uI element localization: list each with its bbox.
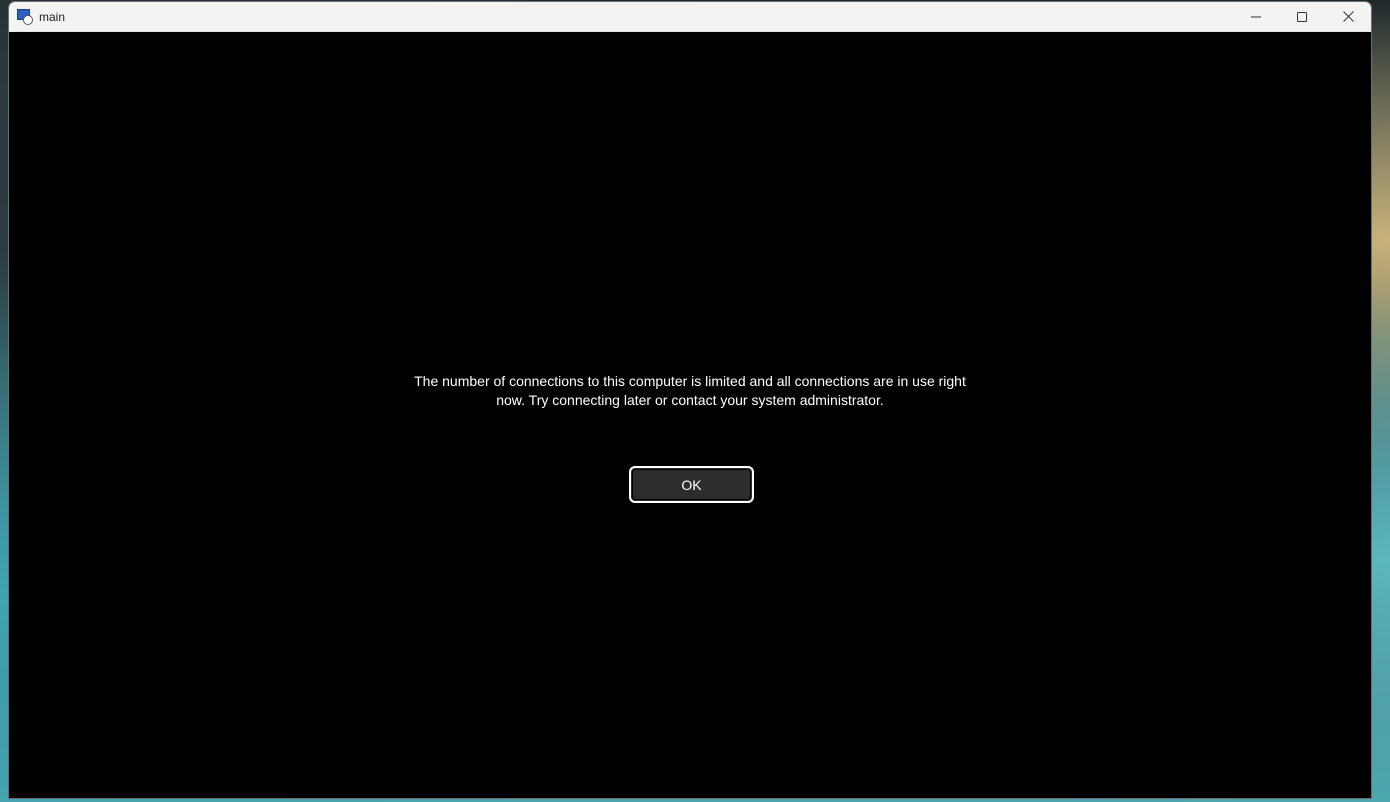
minimize-button[interactable] xyxy=(1233,2,1279,31)
maximize-button[interactable] xyxy=(1279,2,1325,31)
title-bar[interactable]: main xyxy=(9,2,1371,32)
session-content-area: The number of connections to this comput… xyxy=(9,32,1371,798)
message-text: The number of connections to this comput… xyxy=(414,373,966,408)
close-icon xyxy=(1342,11,1354,22)
maximize-icon xyxy=(1297,11,1307,22)
window-title: main xyxy=(39,9,66,24)
minimize-icon xyxy=(1251,16,1261,17)
ok-button[interactable]: OK xyxy=(629,466,754,503)
remote-desktop-app-icon xyxy=(17,8,33,25)
close-button[interactable] xyxy=(1325,2,1371,31)
remote-desktop-window: main The number of connections to this c… xyxy=(8,1,1372,799)
connection-limit-message: The number of connections to this comput… xyxy=(9,372,1371,410)
caption-buttons xyxy=(1233,2,1371,31)
